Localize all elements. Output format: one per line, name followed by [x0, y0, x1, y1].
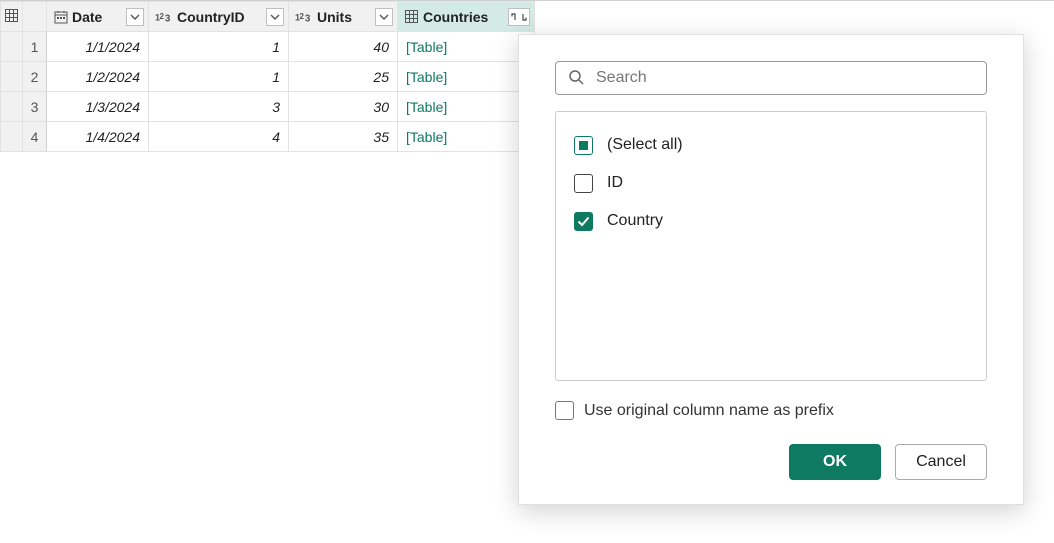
checkbox-checked[interactable]: [574, 212, 593, 231]
check-icon: [577, 216, 590, 227]
cell-date[interactable]: 1/1/2024: [47, 32, 149, 62]
table-icon: [404, 9, 419, 24]
chevron-down-icon: [270, 13, 280, 21]
cell-units[interactable]: 40: [289, 32, 398, 62]
table-row[interactable]: 2 1/2/2024 1 25 [Table]: [1, 62, 535, 92]
column-header-countries[interactable]: Countries: [398, 2, 535, 32]
prefix-option[interactable]: Use original column name as prefix: [555, 401, 987, 420]
column-label: CountryID: [177, 9, 262, 25]
row-corner: [1, 92, 23, 122]
cell-countryid[interactable]: 3: [149, 92, 289, 122]
cell-countries[interactable]: [Table]: [398, 32, 535, 62]
table-row[interactable]: 1 1/1/2024 1 40 [Table]: [1, 32, 535, 62]
list-item-select-all[interactable]: (Select all): [574, 126, 968, 164]
svg-text:2: 2: [300, 11, 305, 20]
expand-column-button[interactable]: [508, 8, 530, 26]
cell-date[interactable]: 1/3/2024: [47, 92, 149, 122]
list-item-id[interactable]: ID: [574, 164, 968, 202]
svg-text:3: 3: [305, 13, 311, 24]
cell-units[interactable]: 25: [289, 62, 398, 92]
cell-countries[interactable]: [Table]: [398, 92, 535, 122]
cell-countryid[interactable]: 1: [149, 32, 289, 62]
table-row[interactable]: 3 1/3/2024 3 30 [Table]: [1, 92, 535, 122]
row-number: 4: [23, 122, 47, 152]
checkbox-unchecked[interactable]: [555, 401, 574, 420]
svg-text:3: 3: [165, 13, 171, 24]
column-filter-button[interactable]: [375, 8, 393, 26]
table-icon: [4, 8, 19, 23]
column-label: Countries: [423, 9, 504, 25]
number-type-icon: 123: [295, 9, 313, 24]
chevron-down-icon: [130, 13, 140, 21]
column-filter-button[interactable]: [126, 8, 144, 26]
cancel-button[interactable]: Cancel: [895, 444, 987, 480]
row-number: 3: [23, 92, 47, 122]
row-corner: [1, 32, 23, 62]
search-input[interactable]: [594, 68, 974, 88]
row-number: 1: [23, 32, 47, 62]
list-item-country[interactable]: Country: [574, 202, 968, 240]
row-number-header: [23, 2, 47, 32]
column-header-date[interactable]: Date: [47, 2, 149, 32]
cell-date[interactable]: 1/4/2024: [47, 122, 149, 152]
list-item-label: (Select all): [607, 136, 683, 154]
table-row[interactable]: 4 1/4/2024 4 35 [Table]: [1, 122, 535, 152]
column-label: Date: [72, 9, 122, 25]
checkbox-unchecked[interactable]: [574, 174, 593, 193]
chevron-down-icon: [379, 13, 389, 21]
cell-countryid[interactable]: 4: [149, 122, 289, 152]
expand-icon: [511, 11, 527, 23]
row-number: 2: [23, 62, 47, 92]
cell-units[interactable]: 30: [289, 92, 398, 122]
corner-cell[interactable]: [1, 2, 23, 32]
cell-date[interactable]: 1/2/2024: [47, 62, 149, 92]
ok-button[interactable]: OK: [789, 444, 881, 480]
search-input-wrapper[interactable]: [555, 61, 987, 95]
row-corner: [1, 62, 23, 92]
checkbox-indeterminate[interactable]: [574, 136, 593, 155]
svg-text:2: 2: [160, 11, 165, 20]
cell-countries[interactable]: [Table]: [398, 62, 535, 92]
calendar-icon: [53, 9, 68, 24]
column-select-list[interactable]: (Select all) ID Country: [555, 111, 987, 381]
cell-units[interactable]: 35: [289, 122, 398, 152]
column-header-countryid[interactable]: 123 CountryID: [149, 2, 289, 32]
expand-column-popup: (Select all) ID Country Use original col…: [518, 34, 1024, 505]
search-icon: [568, 69, 584, 88]
list-item-label: Country: [607, 212, 663, 230]
column-header-units[interactable]: 123 Units: [289, 2, 398, 32]
list-item-label: ID: [607, 174, 623, 192]
cell-countryid[interactable]: 1: [149, 62, 289, 92]
column-label: Units: [317, 9, 371, 25]
cell-countries[interactable]: [Table]: [398, 122, 535, 152]
prefix-label: Use original column name as prefix: [584, 402, 834, 420]
row-corner: [1, 122, 23, 152]
column-filter-button[interactable]: [266, 8, 284, 26]
number-type-icon: 123: [155, 9, 173, 24]
